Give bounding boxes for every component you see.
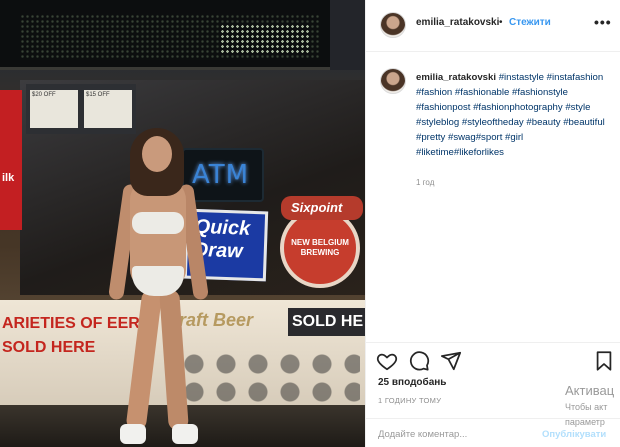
comment-icon[interactable] <box>408 350 430 372</box>
red-sign: ilk <box>0 90 22 230</box>
led-dots-lit <box>220 24 310 54</box>
activation-watermark: Активац Чтобы акт параметр <box>565 383 620 429</box>
figure-leg <box>125 289 163 431</box>
share-icon[interactable] <box>440 350 462 372</box>
post-timestamp: 1 ГОДИНУ ТОМУ <box>378 396 442 405</box>
header-username[interactable]: emilia_ratakovski <box>416 17 499 28</box>
likes-count[interactable]: 25 вподобань <box>378 377 446 388</box>
figure-head <box>142 136 172 172</box>
led-sign <box>0 0 330 70</box>
bookmark-icon[interactable] <box>593 350 615 372</box>
activation-line: параметр <box>565 417 605 427</box>
shelf-card: $15 OFF <box>84 90 132 128</box>
caption-age: 1 год <box>416 178 435 187</box>
figure-top <box>132 212 184 234</box>
activation-line: Чтобы акт <box>565 402 608 412</box>
separator-dot: • <box>499 17 503 28</box>
sold-here-text: SOLD HE <box>292 313 364 330</box>
avatar[interactable] <box>380 68 406 94</box>
new-belgium-sign: NEW BELGIUM BREWING <box>280 208 360 288</box>
figure-shoe <box>172 424 198 444</box>
post-header: emilia_ratakovski • Стежити ••• <box>366 0 620 52</box>
post-side-panel: emilia_ratakovski • Стежити ••• emilia_r… <box>365 0 620 447</box>
caption-hashtags[interactable]: #instastyle #instafashion #fashion #fash… <box>416 72 605 158</box>
sold-here-sign: SOLD HE <box>288 308 365 336</box>
comment-input[interactable] <box>378 426 538 442</box>
heart-icon[interactable] <box>376 350 398 372</box>
caption-username[interactable]: emilia_ratakovski <box>416 72 496 83</box>
model-figure <box>108 128 209 446</box>
action-bar <box>366 342 620 378</box>
window-shelf: $20 OFF $15 OFF <box>26 84 136 134</box>
figure-shoe <box>120 424 146 444</box>
shelf-card: $20 OFF <box>30 90 78 128</box>
more-options-icon[interactable]: ••• <box>594 14 612 30</box>
sixpoint-text: Sixpoint <box>291 200 343 215</box>
publish-button[interactable]: Опублікувати <box>542 429 606 440</box>
post-photo[interactable]: ilk $20 OFF $15 OFF ATM Quick Draw NEW B… <box>0 0 365 447</box>
caption-text: emilia_ratakovski #instastyle #instafash… <box>416 70 611 160</box>
figure-leg <box>159 289 189 431</box>
corner-sign <box>330 0 365 70</box>
activation-title: Активац <box>565 383 615 398</box>
red-sign-text: ilk <box>2 172 15 184</box>
follow-button[interactable]: Стежити <box>509 17 551 28</box>
new-belgium-text: NEW BELGIUM BREWING <box>291 238 349 257</box>
caption-area: emilia_ratakovski #instastyle #instafash… <box>366 52 620 342</box>
sixpoint-sign: Sixpoint <box>281 196 363 220</box>
avatar[interactable] <box>380 12 406 38</box>
